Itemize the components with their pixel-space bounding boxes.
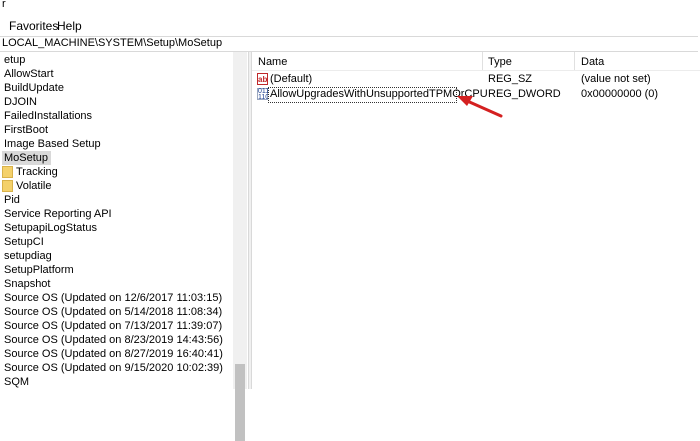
tree-item-label: Service Reporting API bbox=[4, 208, 112, 220]
tree-item[interactable]: Source OS (Updated on 9/15/2020 10:02:39… bbox=[4, 361, 223, 375]
tree-item[interactable]: setupdiag bbox=[4, 249, 52, 263]
column-divider[interactable] bbox=[482, 52, 483, 70]
tree-item[interactable]: Source OS (Updated on 5/14/2018 11:08:34… bbox=[4, 305, 222, 319]
tree-item-label: BuildUpdate bbox=[4, 82, 64, 94]
tree-scrollbar[interactable] bbox=[233, 52, 247, 441]
tree-scrollbar-thumb[interactable] bbox=[235, 364, 245, 441]
menu-favorites[interactable]: Favorites bbox=[9, 19, 58, 33]
tree-item-label: Source OS (Updated on 9/15/2020 10:02:39… bbox=[4, 362, 223, 374]
tree-item[interactable]: FirstBoot bbox=[4, 123, 48, 137]
tree-item[interactable]: Service Reporting API bbox=[4, 207, 112, 221]
tree-item[interactable]: AllowStart bbox=[4, 67, 54, 81]
column-header-type[interactable]: Type bbox=[488, 54, 512, 70]
column-divider[interactable] bbox=[574, 52, 575, 70]
tree-item-label: Source OS (Updated on 12/6/2017 11:03:15… bbox=[4, 292, 223, 304]
red-arrow-icon bbox=[457, 96, 503, 118]
tree-item[interactable]: Snapshot bbox=[4, 277, 50, 291]
tree-item-label: MoSetup bbox=[4, 152, 49, 164]
tree-item-label: FirstBoot bbox=[4, 124, 49, 136]
tree-item-label: Pid bbox=[4, 194, 20, 206]
tree-item[interactable]: Volatile bbox=[2, 179, 52, 193]
tree-item-label: SetupCI bbox=[4, 236, 44, 248]
tree-item[interactable]: Source OS (Updated on 8/27/2019 16:40:41… bbox=[4, 347, 223, 361]
tree-item-label: FailedInstallations bbox=[4, 110, 93, 122]
value-type: REG_SZ bbox=[488, 73, 533, 85]
tree-item-label: setupdiag bbox=[4, 250, 52, 262]
tree-item-label: Volatile bbox=[16, 180, 52, 192]
tree-item[interactable]: MoSetup bbox=[2, 151, 52, 165]
tree-item-label: SetupapiLogStatus bbox=[4, 222, 97, 234]
tree-item-label: etup bbox=[4, 54, 26, 66]
tree-item[interactable]: Source OS (Updated on 12/6/2017 11:03:15… bbox=[4, 291, 222, 305]
tree-item[interactable]: etup bbox=[4, 53, 25, 67]
ab-string-icon: ab bbox=[257, 73, 268, 85]
value-name[interactable]: (Default) bbox=[270, 72, 312, 86]
tree-item-label: Snapshot bbox=[4, 278, 51, 290]
tree-item-label: Source OS (Updated on 8/23/2019 14:43:56… bbox=[4, 334, 223, 346]
column-header-name[interactable]: Name bbox=[258, 54, 287, 70]
menu-bar: Favorites Help bbox=[0, 16, 700, 36]
value-data: 0x00000000 (0) bbox=[581, 88, 659, 100]
address-bar[interactable]: LOCAL_MACHINE\SYSTEM\Setup\MoSetup bbox=[0, 36, 698, 52]
tree-item-label: AllowStart bbox=[4, 68, 54, 80]
folder-icon bbox=[2, 180, 13, 192]
tree-item[interactable]: FailedInstallations bbox=[4, 109, 92, 123]
tree-item-label: Image Based Setup bbox=[4, 138, 101, 150]
tree-item[interactable]: SetupCI bbox=[4, 235, 44, 249]
menu-help[interactable]: Help bbox=[57, 19, 82, 33]
tree-item[interactable]: Image Based Setup bbox=[4, 137, 101, 151]
tree-item-label: Source OS (Updated on 8/27/2019 16:40:41… bbox=[4, 348, 223, 360]
tree-item-label: Tracking bbox=[16, 166, 58, 178]
tree-item[interactable]: DJOIN bbox=[4, 95, 37, 109]
title-glyph: r bbox=[2, 0, 6, 10]
tree-item-label: SQM bbox=[4, 376, 30, 388]
tree-item[interactable]: Tracking bbox=[2, 165, 58, 179]
tree-item[interactable]: SetupPlatform bbox=[4, 263, 74, 277]
tree-item-label: Source OS (Updated on 7/13/2017 11:39:07… bbox=[4, 320, 223, 332]
tree-item[interactable]: Source OS (Updated on 7/13/2017 11:39:07… bbox=[4, 319, 222, 333]
tree-item-label: Source OS (Updated on 5/14/2018 11:08:34… bbox=[4, 306, 223, 318]
tree-item[interactable]: Source OS (Updated on 8/23/2019 14:43:56… bbox=[4, 333, 223, 347]
tree-item[interactable]: SetupapiLogStatus bbox=[4, 221, 97, 235]
folder-icon bbox=[2, 166, 13, 178]
tree-item[interactable]: SQM bbox=[4, 375, 29, 389]
header-separator bbox=[252, 70, 700, 71]
tree-item-label: SetupPlatform bbox=[4, 264, 74, 276]
address-path: LOCAL_MACHINE\SYSTEM\Setup\MoSetup bbox=[2, 37, 223, 49]
title-bar: r bbox=[0, 0, 700, 16]
binary-dword-icon: 011 110 bbox=[257, 88, 270, 101]
tree-item-label: DJOIN bbox=[4, 96, 37, 108]
tree-item[interactable]: BuildUpdate bbox=[4, 81, 64, 95]
value-data: (value not set) bbox=[581, 73, 651, 85]
key-tree: etup AllowStart BuildUpdate DJOIN FailedInst… bbox=[0, 52, 248, 389]
tree-item[interactable]: Pid bbox=[4, 193, 20, 207]
column-header-data[interactable]: Data bbox=[581, 54, 604, 70]
